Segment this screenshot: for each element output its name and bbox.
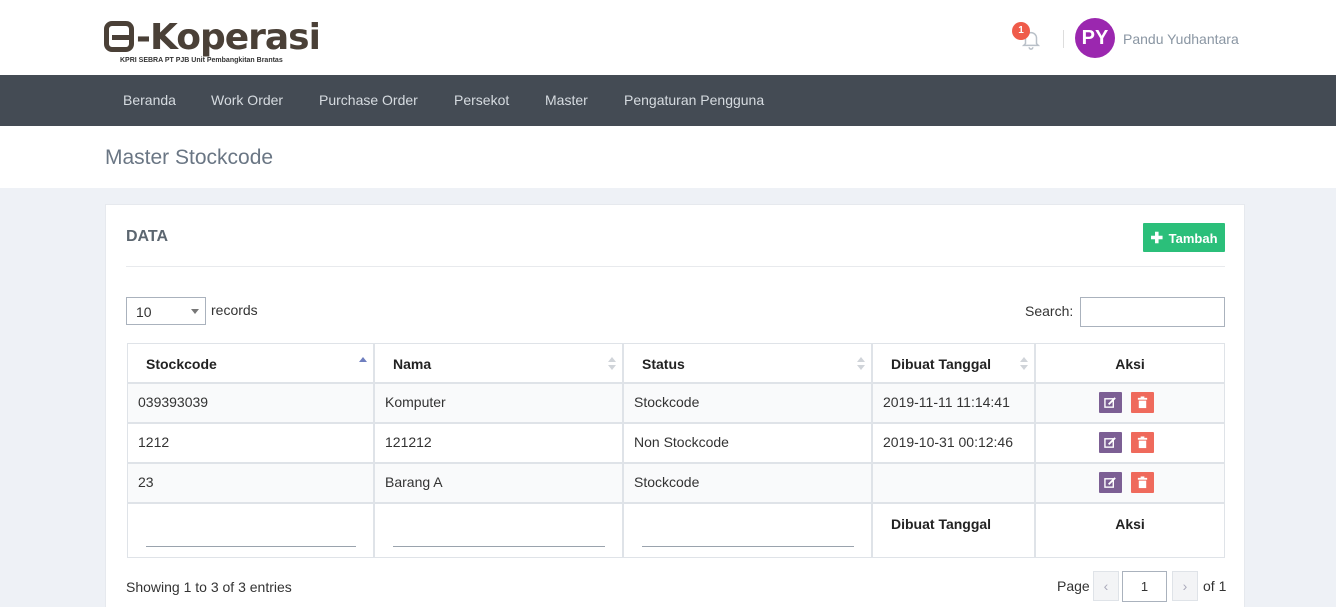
- column-header-dibuat-tanggal[interactable]: Dibuat Tanggal: [872, 343, 1035, 383]
- trash-icon: [1137, 476, 1148, 489]
- next-page-button[interactable]: ›: [1172, 571, 1198, 601]
- table-cell: Stockcode: [623, 463, 872, 503]
- nav-item-purchase-order[interactable]: Purchase Order: [319, 75, 418, 126]
- cell-status: Stockcode: [634, 474, 700, 490]
- filter-stockcode[interactable]: [127, 503, 374, 558]
- page-label: Page: [1057, 578, 1090, 594]
- column-header-label: Dibuat Tanggal: [891, 356, 992, 372]
- edit-button[interactable]: [1099, 392, 1122, 413]
- edit-button[interactable]: [1099, 472, 1122, 493]
- title-bar: Master Stockcode: [0, 126, 1336, 188]
- cell-nama: 121212: [385, 434, 432, 450]
- table-cell: Barang A: [374, 463, 623, 503]
- nav-item-persekot[interactable]: Persekot: [454, 75, 509, 126]
- footer-label: Aksi: [1115, 516, 1145, 532]
- records-length-select[interactable]: 10: [126, 297, 206, 325]
- records-label: records: [211, 302, 258, 318]
- footer-aksi: Aksi: [1035, 503, 1225, 558]
- user-name[interactable]: Pandu Yudhantara: [1123, 31, 1239, 47]
- sort-icon: [608, 357, 616, 371]
- card-divider: [126, 266, 1225, 267]
- trash-icon: [1137, 396, 1148, 409]
- search-input[interactable]: [1080, 297, 1225, 327]
- nav-item-pengaturan-pengguna[interactable]: Pengaturan Pengguna: [624, 75, 764, 126]
- page-title: Master Stockcode: [105, 146, 274, 169]
- add-button[interactable]: ✚ Tambah: [1143, 223, 1225, 252]
- logo-text: -Koperasi: [136, 17, 321, 58]
- records-length-value: 10: [136, 304, 152, 320]
- column-header-stockcode[interactable]: Stockcode: [127, 343, 374, 383]
- header-divider: [1063, 30, 1064, 48]
- edit-button[interactable]: [1099, 432, 1122, 453]
- cell-nama: Barang A: [385, 474, 443, 490]
- table-cell: Non Stockcode: [623, 423, 872, 463]
- table-cell: 039393039: [127, 383, 374, 423]
- table-cell: Komputer: [374, 383, 623, 423]
- sort-icon: [857, 357, 865, 371]
- plus-icon: ✚: [1150, 229, 1164, 247]
- filter-input-underline: [393, 546, 605, 547]
- page-total-label: of 1: [1203, 578, 1227, 594]
- sort-icon: [1020, 357, 1028, 371]
- prev-page-button[interactable]: ‹: [1093, 571, 1119, 601]
- nav-item-master[interactable]: Master: [545, 75, 588, 126]
- notification-badge[interactable]: 1: [1012, 22, 1030, 40]
- table-cell: [872, 463, 1035, 503]
- filter-status[interactable]: [623, 503, 872, 558]
- main-nav: Beranda Work Order Purchase Order Persek…: [0, 75, 1336, 126]
- logo-subtitle: KPRI SEBRA PT PJB Unit Pembangkitan Bran…: [120, 57, 283, 64]
- search-label: Search:: [1025, 303, 1074, 319]
- edit-icon: [1104, 397, 1116, 408]
- sort-asc-icon: [359, 357, 367, 371]
- nav-item-work-order[interactable]: Work Order: [211, 75, 283, 126]
- table-cell: 1212: [127, 423, 374, 463]
- nav-item-beranda[interactable]: Beranda: [123, 75, 176, 126]
- chevron-down-icon: [191, 309, 199, 314]
- column-header-label: Aksi: [1115, 356, 1145, 372]
- delete-button[interactable]: [1131, 432, 1154, 453]
- table-cell-actions: [1035, 423, 1225, 463]
- trash-icon: [1137, 436, 1148, 449]
- column-header-nama[interactable]: Nama: [374, 343, 623, 383]
- cell-status: Stockcode: [634, 394, 700, 410]
- page-number-input[interactable]: 1: [1122, 571, 1167, 602]
- cell-stockcode: 23: [138, 474, 154, 490]
- table-cell: 2019-10-31 00:12:46: [872, 423, 1035, 463]
- cell-status: Non Stockcode: [634, 434, 729, 450]
- column-header-aksi: Aksi: [1035, 343, 1225, 383]
- card-title: DATA: [126, 228, 169, 245]
- filter-nama[interactable]: [374, 503, 623, 558]
- filter-input-underline: [146, 546, 356, 547]
- column-header-status[interactable]: Status: [623, 343, 872, 383]
- data-card: DATA ✚ Tambah 10 records Search: Stockco…: [105, 204, 1245, 607]
- avatar[interactable]: PY: [1075, 18, 1115, 58]
- table-cell: 2019-11-11 11:14:41: [872, 383, 1035, 423]
- table-cell-actions: [1035, 463, 1225, 503]
- footer-label: Dibuat Tanggal: [891, 516, 992, 532]
- edit-icon: [1104, 437, 1116, 448]
- table-info: Showing 1 to 3 of 3 entries: [126, 579, 292, 595]
- cell-created: 2019-10-31 00:12:46: [883, 434, 1013, 450]
- table-cell: Stockcode: [623, 383, 872, 423]
- top-header: -Koperasi KPRI SEBRA PT PJB Unit Pembang…: [0, 0, 1336, 75]
- delete-button[interactable]: [1131, 472, 1154, 493]
- add-button-label: Tambah: [1168, 230, 1218, 246]
- edit-icon: [1104, 477, 1116, 488]
- column-header-label: Stockcode: [146, 356, 217, 372]
- column-header-label: Nama: [393, 356, 432, 372]
- cell-created: 2019-11-11 11:14:41: [883, 394, 1010, 410]
- footer-dibuat-tanggal: Dibuat Tanggal: [872, 503, 1035, 558]
- e-koperasi-logo[interactable]: -Koperasi KPRI SEBRA PT PJB Unit Pembang…: [104, 18, 321, 68]
- cell-nama: Komputer: [385, 394, 446, 410]
- cell-stockcode: 1212: [138, 434, 170, 450]
- table-cell: 121212: [374, 423, 623, 463]
- cell-stockcode: 039393039: [138, 394, 209, 410]
- table-cell: 23: [127, 463, 374, 503]
- table-cell-actions: [1035, 383, 1225, 423]
- delete-button[interactable]: [1131, 392, 1154, 413]
- filter-input-underline: [642, 546, 854, 547]
- logo-e-mark: [104, 21, 134, 52]
- column-header-label: Status: [642, 356, 685, 372]
